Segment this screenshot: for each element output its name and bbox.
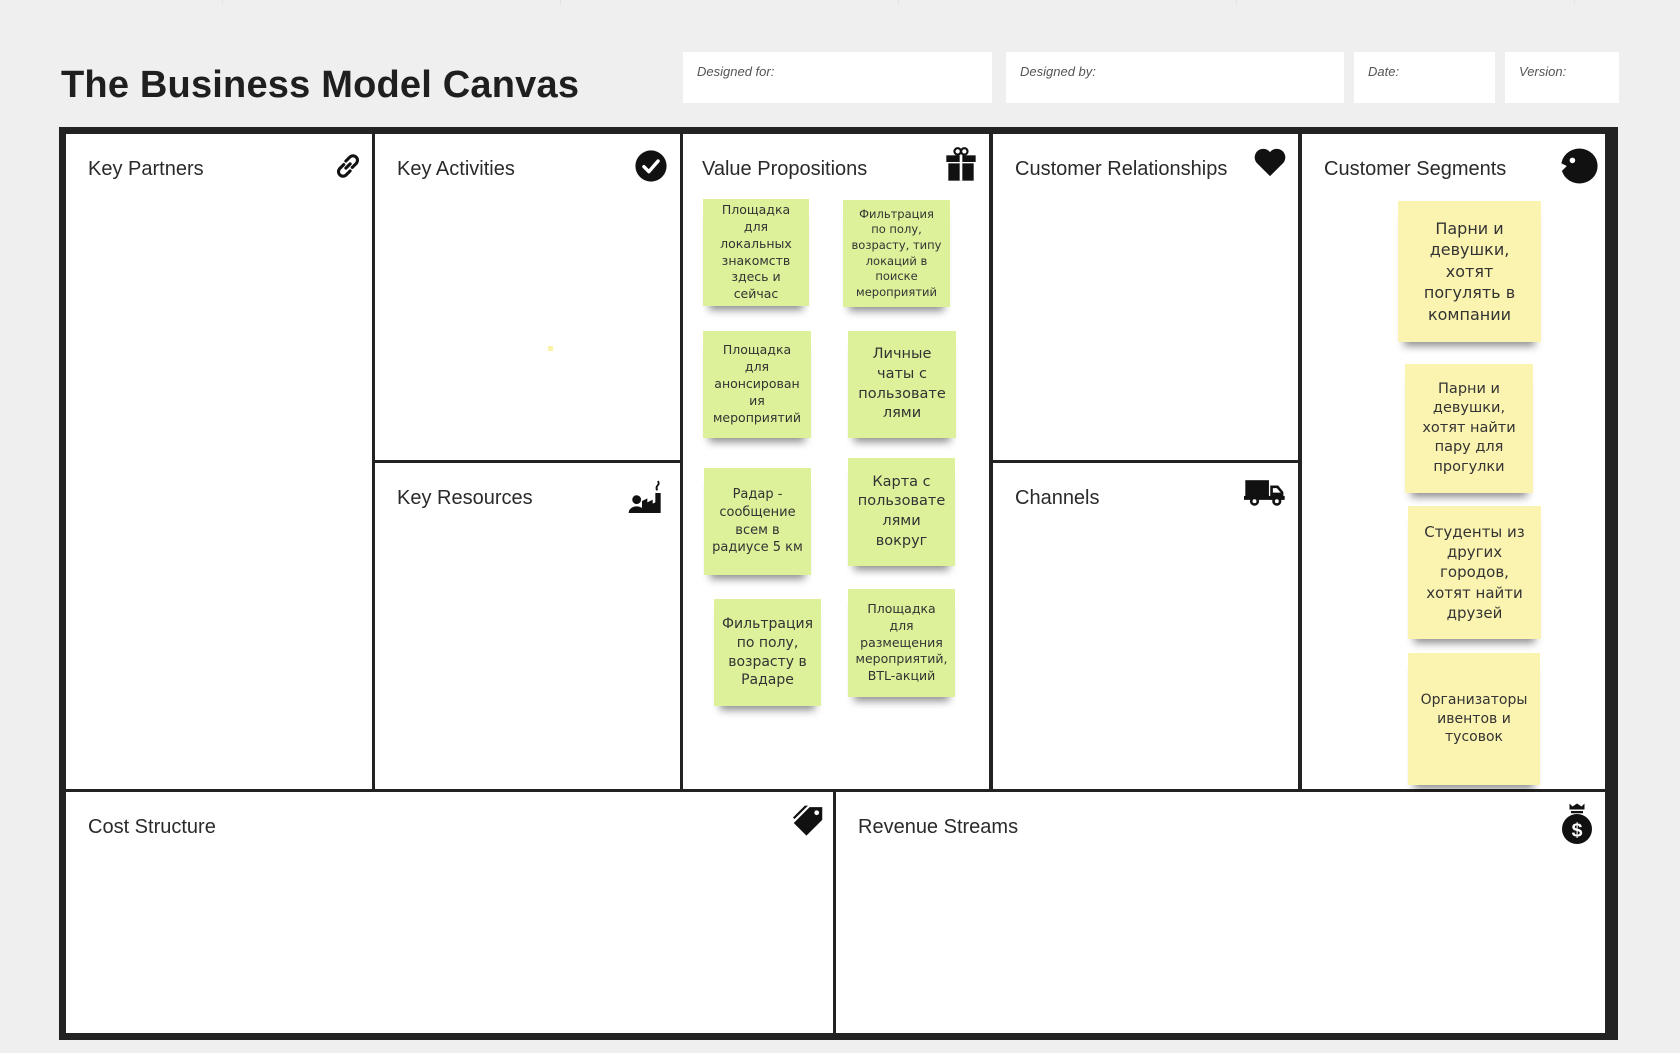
block-title: Value Propositions bbox=[702, 158, 868, 180]
value-note[interactable]: Площадка для анонсирован ия мероприятий bbox=[703, 331, 811, 438]
money-bag-icon: $ bbox=[1559, 802, 1595, 844]
block-customer-relationships[interactable]: Customer Relationships bbox=[993, 134, 1298, 460]
note-text: Организаторы ивентов и тусовок bbox=[1420, 691, 1528, 746]
block-customer-segments[interactable]: Customer Segments Парни и девушки, хотят… bbox=[1302, 134, 1605, 789]
value-note[interactable]: Площадка для размещения мероприятий, BTL… bbox=[848, 589, 955, 697]
svg-text:$: $ bbox=[1572, 820, 1583, 842]
value-note[interactable]: Площадка для локальных знакомств здесь и… bbox=[703, 199, 809, 306]
grid-tick bbox=[1236, 0, 1237, 4]
block-title: Cost Structure bbox=[88, 816, 216, 838]
page-title: The Business Model Canvas bbox=[61, 64, 580, 106]
block-title: Revenue Streams bbox=[858, 816, 1019, 838]
price-tag-icon bbox=[789, 804, 827, 842]
designed-by-label: Designed by: bbox=[1020, 64, 1096, 79]
note-text: Карта с пользовате лями вокруг bbox=[857, 473, 946, 549]
block-title: Customer Segments bbox=[1324, 158, 1507, 180]
link-icon bbox=[331, 149, 365, 183]
value-note[interactable]: Радар - сообщение всем в радиусе 5 км bbox=[704, 468, 811, 575]
block-title: Key Activities bbox=[397, 158, 515, 180]
segment-note[interactable]: Парни и девушки, хотят найти пару для пр… bbox=[1405, 364, 1533, 493]
note-text: Фильтрация по полу, возрасту, типу локац… bbox=[851, 206, 942, 299]
note-text: Парни и девушки, хотят найти пару для пр… bbox=[1422, 380, 1516, 475]
version-label: Version: bbox=[1519, 64, 1567, 79]
note-text: Личные чаты с пользовате лями bbox=[858, 346, 946, 422]
note-text: Площадка для локальных знакомств здесь и… bbox=[720, 201, 792, 302]
block-key-resources[interactable]: Key Resources bbox=[375, 463, 680, 789]
date-label: Date: bbox=[1368, 64, 1400, 79]
note-text: Площадка для размещения мероприятий, BTL… bbox=[855, 600, 948, 684]
block-key-partners[interactable]: Key Partners bbox=[66, 134, 372, 789]
block-revenue-streams[interactable]: Revenue Streams $ bbox=[836, 792, 1605, 1033]
grid-tick bbox=[898, 0, 899, 4]
value-note[interactable]: Личные чаты с пользовате лями bbox=[848, 331, 956, 438]
block-channels[interactable]: Channels bbox=[993, 463, 1298, 789]
designed-for-label: Designed for: bbox=[697, 64, 775, 79]
stray-note-dot bbox=[548, 346, 553, 351]
note-text: Студенты из других городов, хотят найти … bbox=[1424, 522, 1525, 622]
segment-note[interactable]: Студенты из других городов, хотят найти … bbox=[1408, 506, 1541, 639]
block-cost-structure[interactable]: Cost Structure bbox=[66, 792, 833, 1033]
gift-icon bbox=[945, 146, 977, 182]
block-key-activities[interactable]: Key Activities bbox=[375, 134, 680, 460]
factory-person-icon bbox=[626, 477, 666, 517]
heart-icon bbox=[1253, 146, 1287, 178]
face-icon bbox=[1557, 146, 1599, 186]
check-circle-icon bbox=[634, 149, 668, 183]
segment-note[interactable]: Организаторы ивентов и тусовок bbox=[1408, 653, 1540, 785]
designed-for-field[interactable]: Designed for: bbox=[683, 52, 992, 103]
version-field[interactable]: Version: bbox=[1505, 52, 1619, 103]
block-title: Key Partners bbox=[88, 158, 204, 180]
note-text: Парни и девушки, хотят погулять в компан… bbox=[1423, 218, 1516, 324]
value-note[interactable]: Фильтрация по полу, возрасту, типу локац… bbox=[843, 200, 950, 307]
block-title: Key Resources bbox=[397, 487, 533, 509]
block-title: Customer Relationships bbox=[1015, 158, 1228, 180]
note-text: Площадка для анонсирован ия мероприятий bbox=[713, 342, 801, 425]
block-title: Channels bbox=[1015, 487, 1100, 509]
segment-note[interactable]: Парни и девушки, хотят погулять в компан… bbox=[1398, 201, 1541, 342]
date-field[interactable]: Date: bbox=[1354, 52, 1495, 103]
value-note[interactable]: Карта с пользовате лями вокруг bbox=[848, 458, 955, 566]
grid-tick bbox=[222, 0, 223, 4]
designed-by-field[interactable]: Designed by: bbox=[1006, 52, 1344, 103]
canvas-frame: Key Partners Key Activities Key Resource… bbox=[59, 127, 1618, 1040]
value-note[interactable]: Фильтрация по полу, возрасту в Радаре bbox=[714, 599, 821, 706]
grid-tick bbox=[1574, 0, 1575, 4]
note-text: Радар - сообщение всем в радиусе 5 км bbox=[712, 487, 803, 556]
truck-icon bbox=[1244, 475, 1286, 509]
block-value-propositions[interactable]: Value Propositions Площадка для локальны… bbox=[683, 134, 989, 789]
grid-tick bbox=[560, 0, 561, 4]
note-text: Фильтрация по полу, возрасту в Радаре bbox=[721, 615, 814, 689]
